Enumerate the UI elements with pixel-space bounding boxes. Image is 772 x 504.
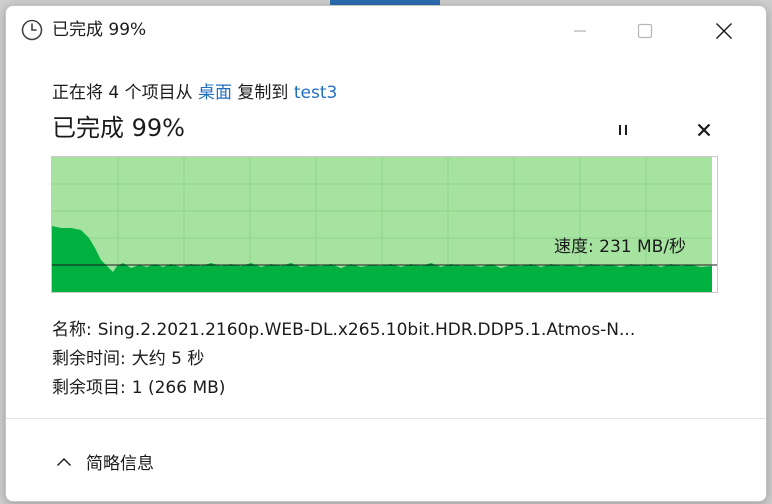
source-folder-link[interactable]: 桌面 xyxy=(198,83,232,103)
minimize-button[interactable] xyxy=(557,12,603,50)
copy-prefix: 正在将 4 个项目从 xyxy=(52,83,199,103)
detail-time-row: 剩余时间: 大约 5 秒 xyxy=(52,345,635,374)
detail-name-row: 名称: Sing.2.2021.2160p.WEB-DL.x265.10bit.H… xyxy=(52,316,635,345)
title-bar: 已完成 99% xyxy=(6,6,766,56)
cancel-button[interactable] xyxy=(687,114,721,146)
dialog-footer: 简略信息 xyxy=(6,418,766,501)
close-icon xyxy=(716,23,732,39)
time-remaining-label: 剩余时间: xyxy=(52,349,126,369)
name-label: 名称: xyxy=(52,320,92,340)
fewer-details-toggle[interactable]: 简略信息 xyxy=(56,449,154,474)
details-section: 名称: Sing.2.2021.2160p.WEB-DL.x265.10bit.H… xyxy=(52,316,635,403)
close-button[interactable] xyxy=(701,12,747,50)
clock-icon xyxy=(21,19,43,41)
window-title: 已完成 99% xyxy=(52,20,147,40)
destination-folder-link[interactable]: test3 xyxy=(294,83,337,103)
fewer-details-label: 简略信息 xyxy=(86,454,154,474)
maximize-icon xyxy=(637,23,653,39)
maximize-button[interactable] xyxy=(622,12,668,50)
copy-middle: 复制到 xyxy=(232,83,294,103)
pause-button[interactable] xyxy=(606,114,640,146)
dialog-body: 正在将 4 个项目从 桌面 复制到 test3 已完成 99% 速度: 231 … xyxy=(6,56,766,420)
copy-progress-dialog: 已完成 99% 正在将 4 个项目从 桌面 复制到 test3 已完成 99% xyxy=(5,5,767,502)
pause-icon xyxy=(619,125,627,135)
detail-items-row: 剩余项目: 1 (266 MB) xyxy=(52,374,635,403)
items-remaining-value: 1 (266 MB) xyxy=(131,378,226,398)
name-value: Sing.2.2021.2160p.WEB-DL.x265.10bit.HDR.… xyxy=(97,320,636,340)
progress-title: 已完成 99% xyxy=(52,114,185,142)
time-remaining-value: 大约 5 秒 xyxy=(131,349,205,369)
copy-description: 正在将 4 个项目从 桌面 复制到 test3 xyxy=(52,81,337,105)
items-remaining-label: 剩余项目: xyxy=(52,378,126,398)
minimize-icon xyxy=(574,30,586,32)
speed-label: 速度: 231 MB/秒 xyxy=(554,237,687,257)
cancel-icon xyxy=(697,123,711,137)
chevron-up-icon xyxy=(57,457,71,466)
transfer-speed-graph xyxy=(51,156,718,293)
